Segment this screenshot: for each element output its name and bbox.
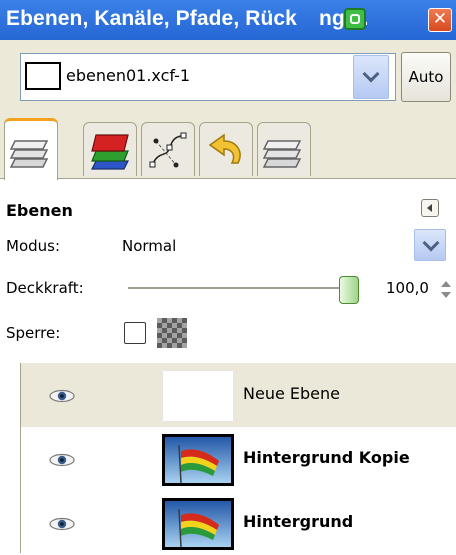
opacity-label: Deckkraft: [6, 279, 84, 297]
layers-icon [9, 140, 49, 168]
panel-title: Ebenen [6, 201, 73, 220]
layer-thumbnail [162, 434, 234, 486]
panel-menu-button[interactable] [421, 199, 439, 217]
window-titlebar[interactable]: Ebenen, Kanäle, Pfade, Rückngi... ✕ [0, 0, 456, 40]
opacity-slider[interactable] [128, 287, 350, 289]
tab-channels[interactable] [83, 122, 137, 176]
layer-row[interactable]: Hintergrund [21, 491, 456, 555]
layer-row[interactable]: Neue Ebene [21, 363, 456, 427]
lock-pixels-toggle[interactable] [157, 318, 187, 348]
lock-label: Sperre: [6, 324, 61, 342]
layer-name[interactable]: Neue Ebene [243, 384, 340, 403]
flag-image-icon [165, 501, 231, 547]
layer-thumbnail [162, 498, 234, 550]
opacity-slider-handle[interactable] [339, 276, 359, 304]
window-icon [344, 8, 366, 30]
mode-select[interactable]: Normal [122, 237, 176, 255]
tab-undo-history[interactable] [199, 122, 253, 176]
eye-icon[interactable] [47, 452, 77, 468]
flag-image-icon [165, 437, 231, 483]
chevron-down-icon[interactable] [353, 55, 389, 99]
tab-paths[interactable] [141, 122, 195, 176]
layer-name[interactable]: Hintergrund Kopie [243, 448, 410, 467]
auto-button[interactable]: Auto [401, 52, 451, 102]
opacity-value[interactable]: 100,0 [386, 279, 429, 297]
tab-layers-extra[interactable] [257, 122, 311, 176]
layer-row[interactable]: Hintergrund Kopie [21, 427, 456, 491]
layers-stack-icon [262, 140, 302, 168]
paths-icon [149, 132, 187, 168]
mode-label: Modus: [6, 237, 61, 255]
eye-icon[interactable] [47, 388, 77, 404]
undo-icon [208, 133, 241, 164]
opacity-spinner[interactable] [441, 278, 451, 304]
image-selector[interactable]: ebenen01.xcf-1 [20, 53, 396, 101]
chevron-down-icon[interactable] [414, 229, 446, 261]
window-title: Ebenen, Kanäle, Pfade, Rückngi... [6, 7, 368, 30]
lock-alpha-checkbox[interactable] [124, 322, 146, 344]
channels-icon [91, 134, 129, 170]
layer-thumbnail [162, 370, 234, 422]
image-name: ebenen01.xcf-1 [66, 66, 191, 85]
close-button[interactable]: ✕ [428, 8, 452, 32]
image-thumbnail [25, 62, 61, 90]
tab-layers[interactable] [4, 118, 58, 180]
eye-icon[interactable] [47, 516, 77, 532]
layer-name[interactable]: Hintergrund [243, 512, 353, 531]
